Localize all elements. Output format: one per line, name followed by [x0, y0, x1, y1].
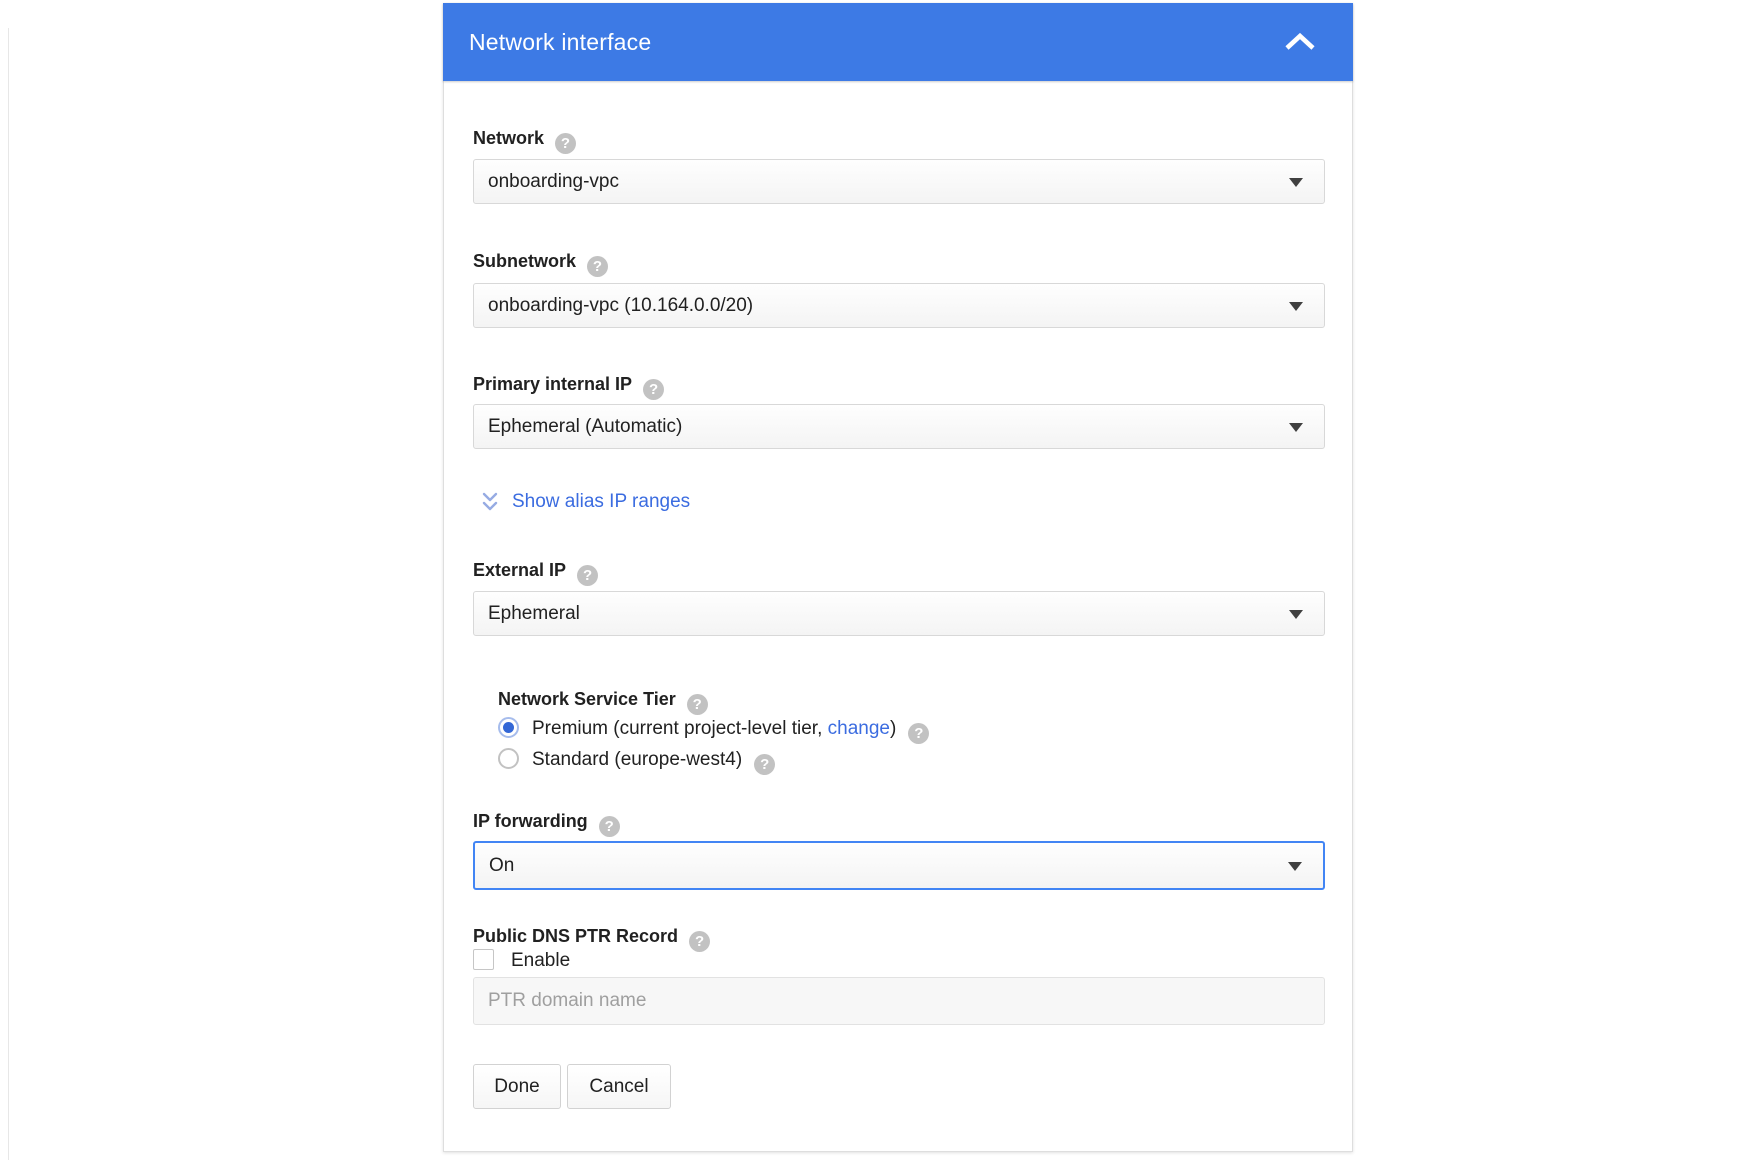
show-alias-ip-ranges-link[interactable]: Show alias IP ranges: [481, 488, 690, 516]
premium-tier-label: Premium (current project-level tier,: [532, 718, 828, 739]
help-icon[interactable]: [587, 256, 608, 277]
double-chevron-down-icon: [481, 491, 499, 513]
help-icon[interactable]: [599, 816, 620, 837]
help-icon[interactable]: [643, 379, 664, 400]
network-select-value: onboarding-vpc: [488, 160, 619, 203]
radio-selected-icon[interactable]: [498, 717, 519, 738]
network-interface-panel: Network interface Network onboarding-vpc…: [443, 3, 1353, 1152]
subnetwork-select[interactable]: onboarding-vpc (10.164.0.0/20): [473, 283, 1325, 328]
radio-unselected-icon[interactable]: [498, 748, 519, 769]
change-tier-link[interactable]: change: [828, 718, 890, 739]
external-ip-label: External IP: [473, 558, 598, 582]
enable-ptr-label: Enable: [511, 950, 570, 971]
help-icon[interactable]: [577, 565, 598, 586]
panel-header: Network interface: [443, 3, 1353, 81]
subnetwork-select-value: onboarding-vpc (10.164.0.0/20): [488, 284, 753, 327]
standard-tier-radio-option[interactable]: Standard (europe-west4): [498, 746, 775, 774]
done-button[interactable]: Done: [473, 1064, 561, 1109]
network-service-tier-label: Network Service Tier: [498, 687, 708, 711]
subnetwork-label: Subnetwork: [473, 249, 608, 273]
show-alias-ip-ranges-label: Show alias IP ranges: [512, 491, 690, 513]
help-icon[interactable]: [754, 754, 775, 775]
cancel-button[interactable]: Cancel: [567, 1064, 671, 1109]
public-dns-ptr-label: Public DNS PTR Record: [473, 924, 710, 948]
chevron-up-icon[interactable]: [1283, 32, 1317, 52]
ip-forwarding-label: IP forwarding: [473, 809, 620, 833]
help-icon[interactable]: [555, 133, 576, 154]
premium-tier-label-suffix: ): [890, 718, 896, 739]
external-ip-select-value: Ephemeral: [488, 592, 580, 635]
panel-title: Network interface: [469, 3, 651, 81]
dropdown-arrow-icon: [1289, 610, 1303, 619]
ptr-domain-name-input[interactable]: [473, 977, 1325, 1025]
external-ip-select[interactable]: Ephemeral: [473, 591, 1325, 636]
primary-internal-ip-select[interactable]: Ephemeral (Automatic): [473, 404, 1325, 449]
help-icon[interactable]: [687, 694, 708, 715]
dropdown-arrow-icon: [1289, 423, 1303, 432]
primary-internal-ip-label: Primary internal IP: [473, 372, 664, 396]
enable-ptr-checkbox-row[interactable]: Enable: [473, 948, 570, 974]
network-select[interactable]: onboarding-vpc: [473, 159, 1325, 204]
premium-tier-radio-option[interactable]: Premium (current project-level tier, cha…: [498, 715, 929, 743]
standard-tier-label: Standard (europe-west4): [532, 749, 742, 770]
help-icon[interactable]: [689, 931, 710, 952]
checkbox-unchecked-icon[interactable]: [473, 949, 494, 970]
dropdown-arrow-icon: [1289, 178, 1303, 187]
page-edge-divider: [8, 28, 9, 1160]
ip-forwarding-select-value: On: [489, 843, 514, 888]
help-icon[interactable]: [908, 723, 929, 744]
primary-internal-ip-select-value: Ephemeral (Automatic): [488, 405, 682, 448]
network-label: Network: [473, 126, 576, 150]
dropdown-arrow-icon: [1288, 862, 1302, 871]
ip-forwarding-select[interactable]: On: [473, 841, 1325, 890]
dropdown-arrow-icon: [1289, 302, 1303, 311]
